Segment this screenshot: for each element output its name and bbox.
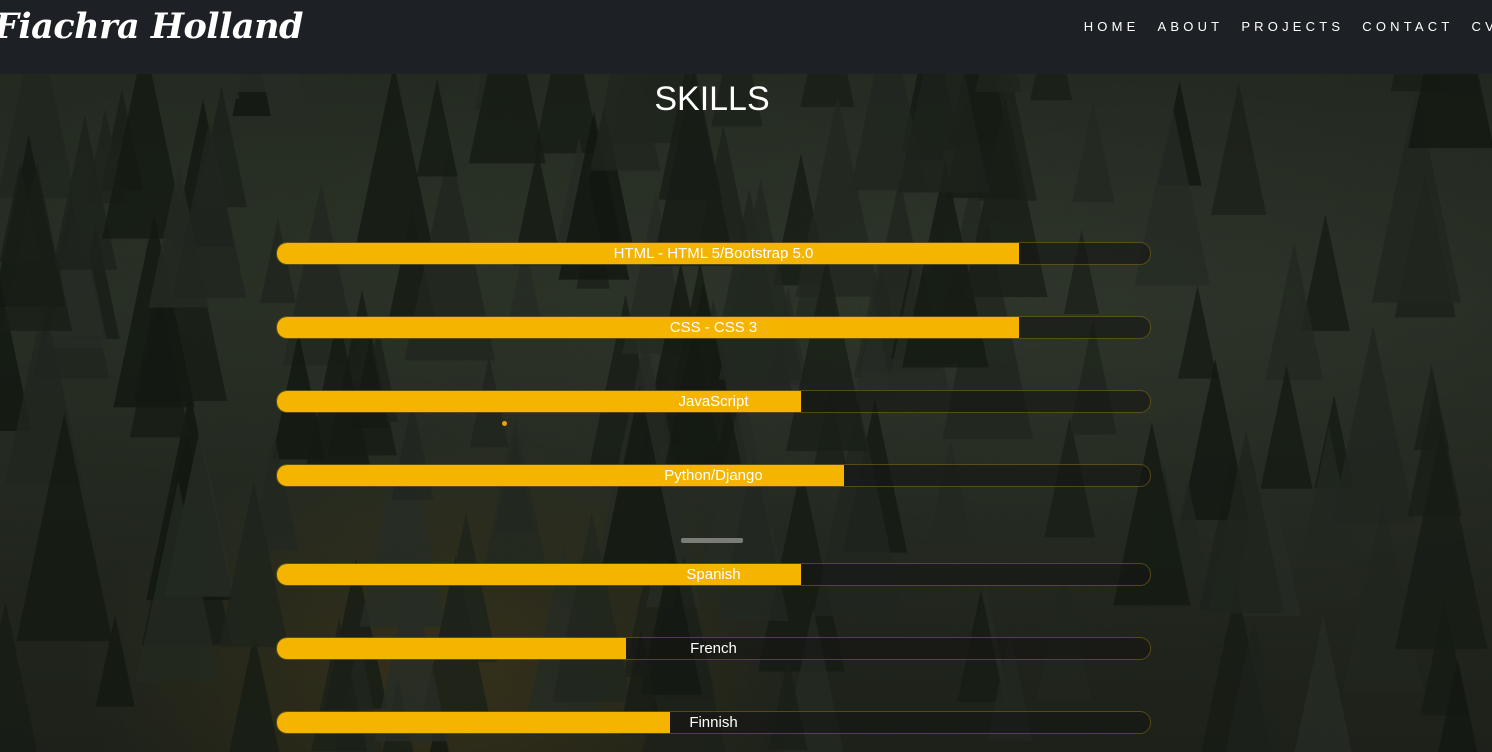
navbar: Fiachra Holland HOME ABOUT PROJECTS CONT…: [0, 0, 1492, 74]
nav-about[interactable]: ABOUT: [1158, 19, 1224, 34]
skill-bar-spanish: Spanish: [276, 563, 1151, 586]
skill-label: HTML - HTML 5/Bootstrap 5.0: [613, 245, 814, 262]
skill-bar-french: French: [276, 637, 1151, 660]
skill-bar-finnish: Finnish: [276, 711, 1151, 734]
skill-label: Python/Django: [664, 467, 763, 484]
skill-bar-css: CSS - CSS 3: [276, 316, 1151, 339]
nav-home[interactable]: HOME: [1084, 19, 1140, 34]
skill-bar-html: HTML - HTML 5/Bootstrap 5.0: [276, 242, 1151, 265]
brand-logo[interactable]: Fiachra Holland: [0, 6, 304, 47]
section-title: SKILLS: [654, 80, 770, 118]
nav-contact[interactable]: CONTACT: [1362, 19, 1453, 34]
skill-bar-javascript: JavaScript: [276, 390, 1151, 413]
section-divider: [681, 538, 743, 543]
skill-label: JavaScript: [678, 393, 749, 410]
skill-label: Spanish: [686, 566, 741, 583]
skill-bar-python: Python/Django: [276, 464, 1151, 487]
skill-label: CSS - CSS 3: [669, 319, 758, 336]
nav-cv[interactable]: CV: [1472, 19, 1492, 34]
cursor-dot: [502, 421, 507, 426]
skill-label: French: [690, 640, 737, 657]
main-nav: HOME ABOUT PROJECTS CONTACT CV: [1066, 19, 1492, 34]
skill-label: Finnish: [689, 714, 738, 731]
nav-projects[interactable]: PROJECTS: [1241, 19, 1344, 34]
